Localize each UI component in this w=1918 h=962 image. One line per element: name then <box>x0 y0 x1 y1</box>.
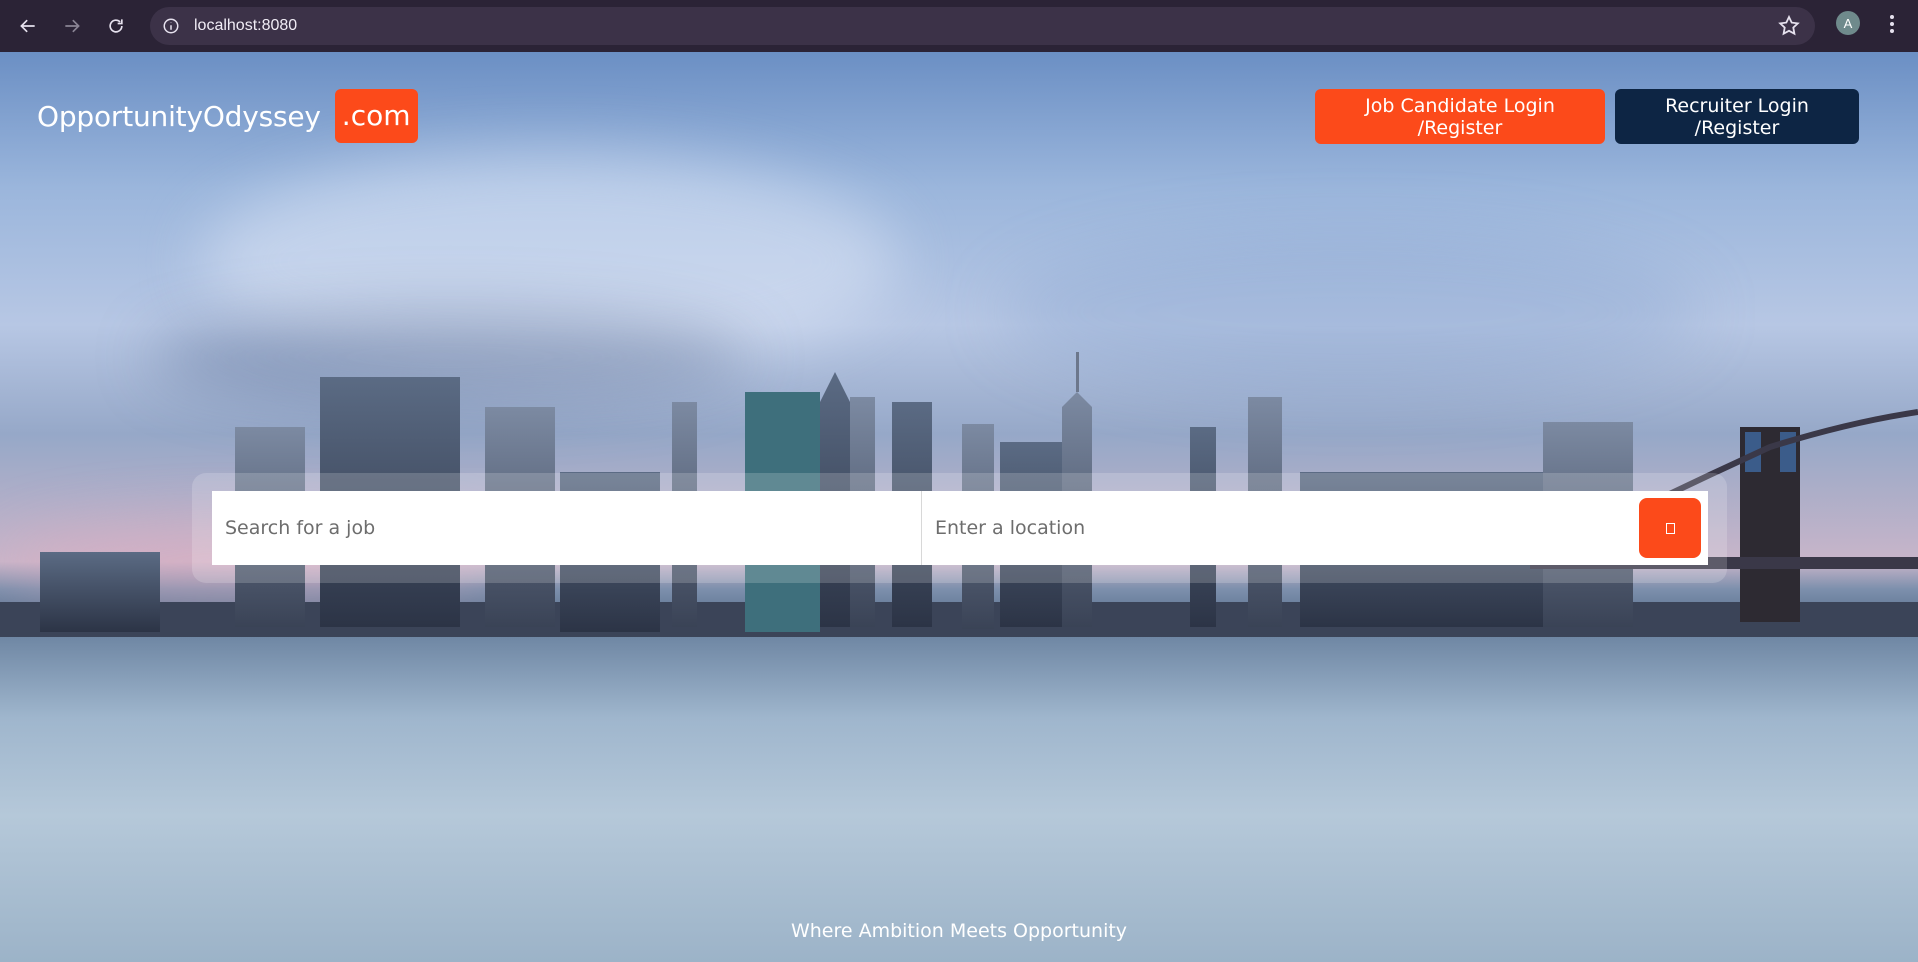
info-icon <box>163 18 179 34</box>
reload-button[interactable] <box>98 8 134 44</box>
search-icon <box>1665 522 1675 534</box>
water-reflection <box>0 637 1918 962</box>
bookmark-star-icon[interactable] <box>1777 14 1801 38</box>
reload-icon <box>109 19 123 33</box>
back-button[interactable] <box>10 8 46 44</box>
recruiter-login-button[interactable]: Recruiter Login /Register <box>1615 89 1859 144</box>
hero-section: OpportunityOdyssey .com Job Candidate Lo… <box>0 52 1918 962</box>
search-panel <box>192 473 1727 583</box>
search-bar <box>212 491 1708 565</box>
brand-tld-badge: .com <box>334 89 418 143</box>
search-button[interactable] <box>1639 498 1701 558</box>
brand-name: OpportunityOdyssey <box>37 99 321 133</box>
browser-menu-icon[interactable] <box>1882 12 1902 36</box>
job-candidate-login-button[interactable]: Job Candidate Login /Register <box>1315 89 1605 144</box>
tagline: Where Ambition Meets Opportunity <box>790 920 1128 942</box>
address-bar[interactable]: localhost:8080 <box>150 7 1815 45</box>
profile-avatar[interactable]: A <box>1836 11 1860 35</box>
url-text[interactable]: localhost:8080 <box>194 17 297 35</box>
forward-button[interactable] <box>54 8 90 44</box>
site-info-button[interactable] <box>158 13 184 39</box>
browser-toolbar: localhost:8080 A <box>0 0 1918 52</box>
job-search-input[interactable] <box>212 491 922 565</box>
arrow-left-icon <box>20 19 35 33</box>
arrow-right-icon <box>65 19 80 33</box>
brand-logo[interactable]: OpportunityOdyssey .com <box>37 89 418 143</box>
location-input[interactable] <box>922 491 1638 565</box>
